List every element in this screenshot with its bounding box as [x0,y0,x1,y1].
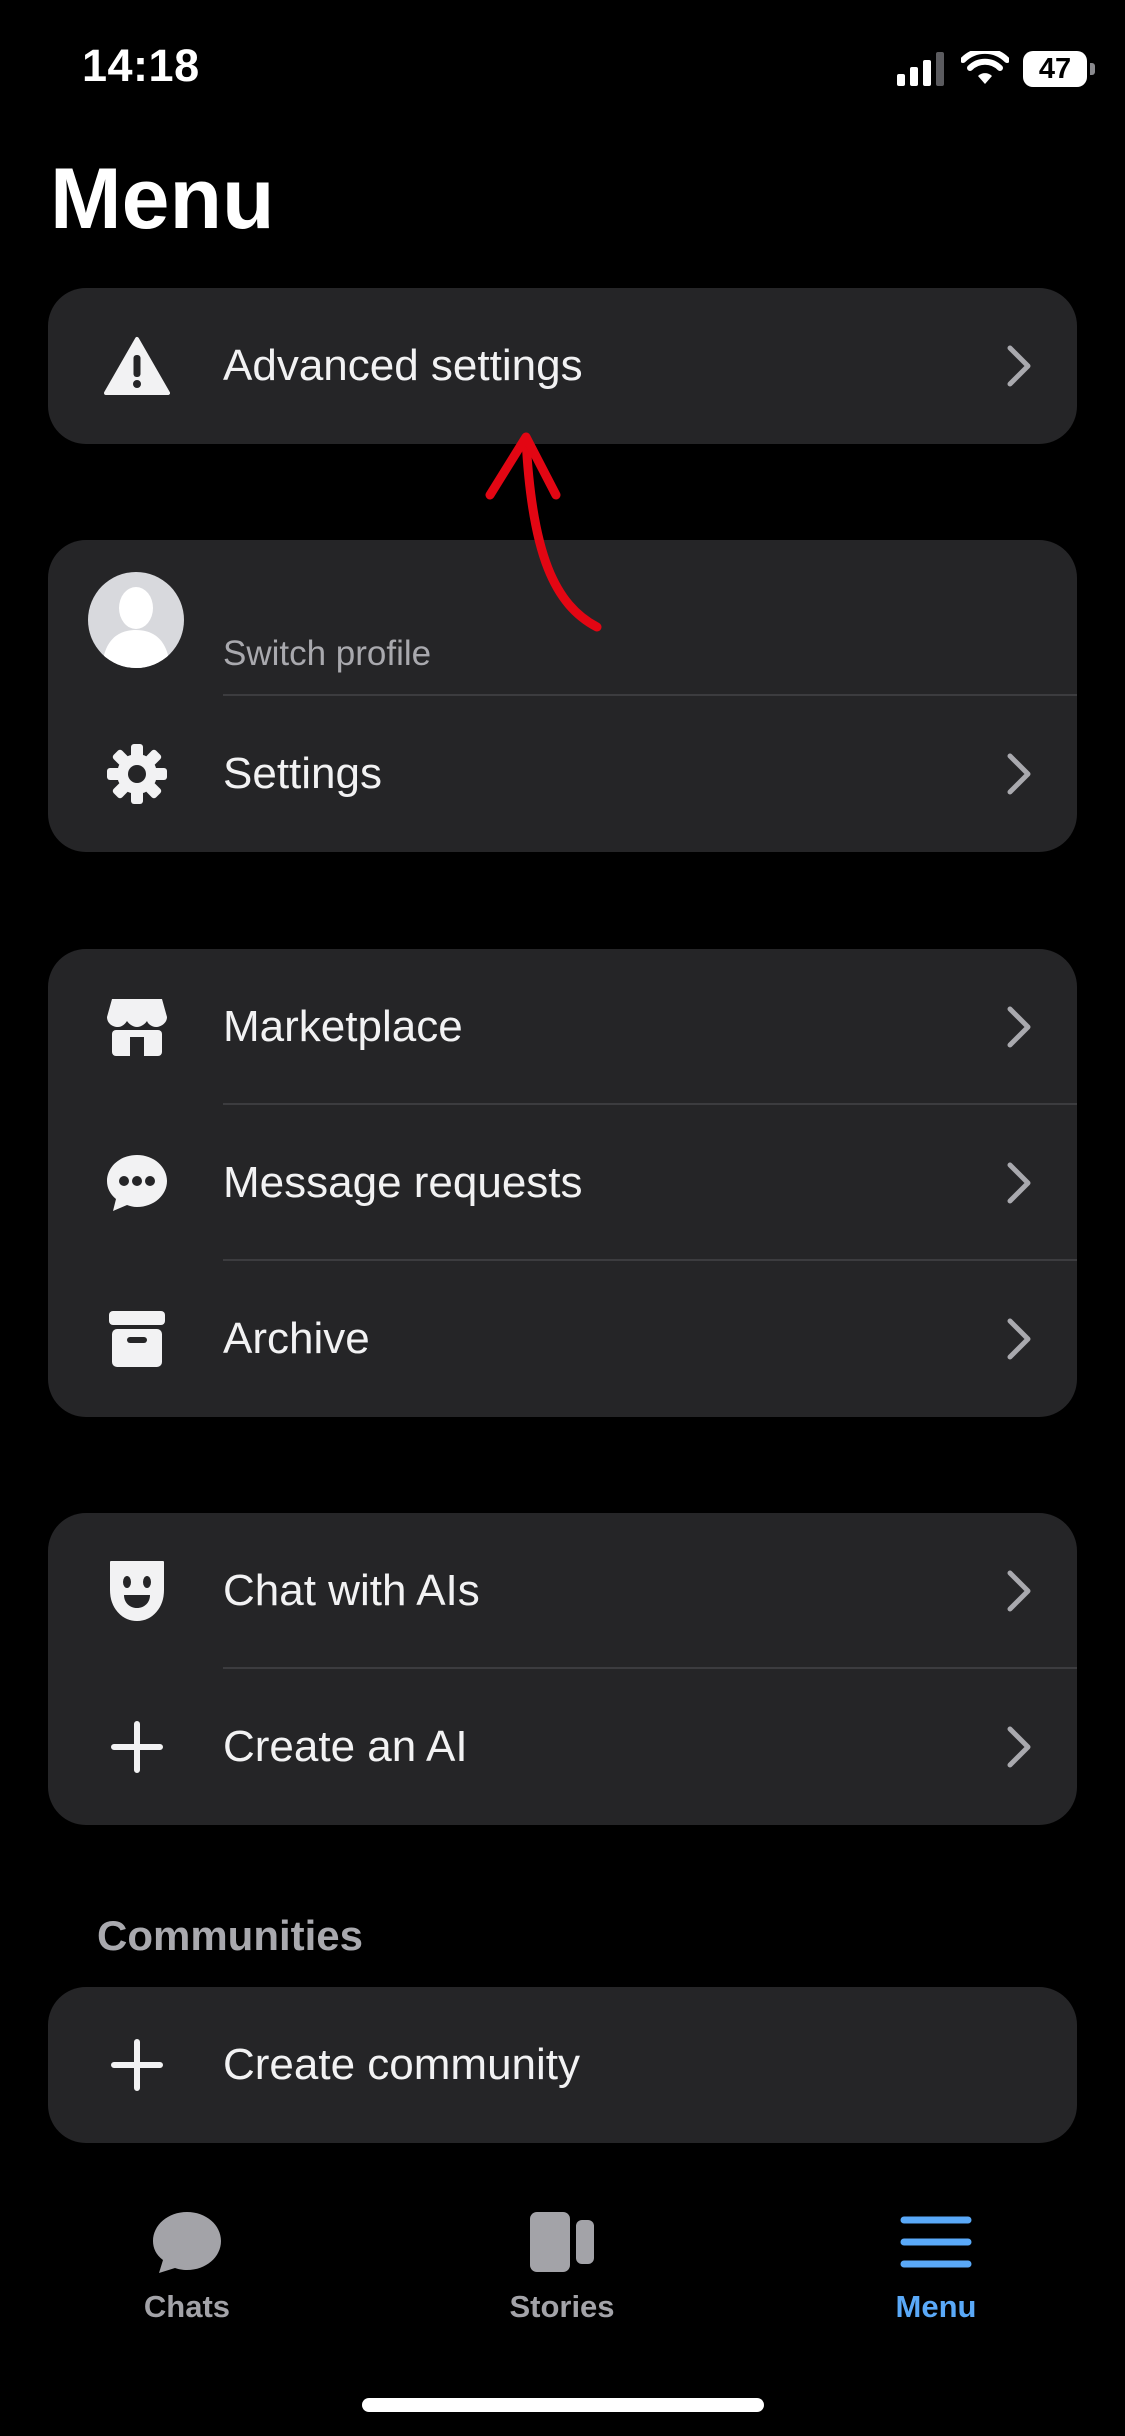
switch-profile-label: Switch profile [223,634,432,673]
chevron-right-icon [1007,1318,1031,1360]
marketplace-row[interactable]: Marketplace [48,949,1077,1105]
battery-indicator: 47 [1023,51,1095,87]
stories-icon [530,2212,594,2272]
settings-row[interactable]: Settings [48,696,1077,852]
settings-label: Settings [223,749,382,798]
advanced-settings-card: Advanced settings [48,288,1077,444]
chat-with-ais-label: Chat with AIs [223,1566,480,1615]
archive-label: Archive [223,1314,370,1363]
archive-box-icon [104,1306,170,1372]
tab-stories[interactable]: Stories [462,2210,662,2325]
communities-section-title: Communities [97,1912,364,1959]
wifi-icon [961,51,1009,84]
home-indicator [362,2398,764,2412]
marketplace-label: Marketplace [223,1002,463,1051]
advanced-settings-row[interactable]: Advanced settings [48,288,1077,444]
communities-card: Create community [48,1987,1077,2143]
annotation-arrow [485,432,602,632]
chat-with-ais-row[interactable]: Chat with AIs [48,1513,1077,1669]
chevron-right-icon [1007,1162,1031,1204]
message-requests-label: Message requests [223,1158,583,1207]
status-icons: 47 [897,46,1095,92]
gear-icon [104,741,170,807]
create-community-row[interactable]: Create community [48,1987,1077,2143]
chevron-right-icon [1007,345,1031,387]
default-avatar-icon [102,587,170,668]
status-time: 14:18 [82,40,200,91]
battery-level: 47 [1038,52,1072,85]
chevron-right-icon [1007,1006,1031,1048]
main-menu-card: Marketplace Message requests Archive [48,949,1077,1417]
message-requests-row[interactable]: Message requests [48,1105,1077,1261]
cellular-signal-icon [897,52,944,86]
tab-menu[interactable]: Menu [836,2210,1036,2325]
tab-stories-label: Stories [509,2289,615,2324]
store-icon [104,994,170,1060]
chat-bubble-icon [153,2212,221,2273]
warning-icon [104,333,170,399]
page-title: Menu [50,151,275,247]
chevron-right-icon [1007,1726,1031,1768]
plus-icon [104,1714,170,1780]
chat-bubble-dots-icon [104,1150,170,1216]
create-community-label: Create community [223,2040,581,2089]
avatar [88,572,184,668]
menu-icon [900,2216,972,2268]
ai-face-icon [104,1558,170,1624]
tab-menu-label: Menu [895,2289,977,2324]
plus-icon [104,2032,170,2098]
tab-chats-label: Chats [143,2289,231,2324]
chevron-right-icon [1007,1570,1031,1612]
advanced-settings-label: Advanced settings [223,341,583,390]
tab-chats[interactable]: Chats [87,2210,287,2325]
archive-row[interactable]: Archive [48,1261,1077,1417]
chevron-right-icon [1007,753,1031,795]
create-an-ai-row[interactable]: Create an AI [48,1669,1077,1825]
create-an-ai-label: Create an AI [223,1722,468,1771]
ai-menu-card: Chat with AIs Create an AI [48,1513,1077,1825]
